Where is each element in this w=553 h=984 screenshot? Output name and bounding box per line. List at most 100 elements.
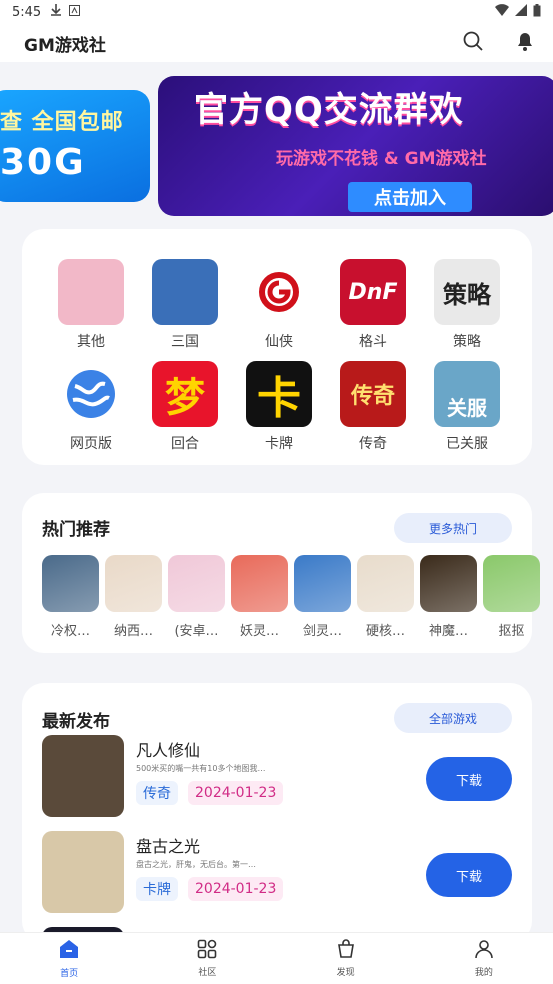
wifi-icon [495, 4, 509, 20]
status-time: 5:45 [12, 4, 42, 20]
hot-game-item[interactable]: 抠抠 [483, 555, 540, 639]
discover-icon [336, 939, 356, 963]
category-icon: 卡 [246, 361, 312, 427]
hot-game-icon [168, 555, 225, 612]
category-icon [246, 259, 312, 325]
hot-game-label: 神魔… [428, 624, 468, 639]
game-date-tag: 2024-01-23 [188, 877, 284, 901]
banner-slide-prev[interactable]: 查 全国包邮 30G [0, 90, 150, 202]
download-button[interactable]: 下载 [426, 757, 512, 801]
app-notification-icon [69, 4, 81, 20]
nav-profile[interactable]: 我的 [415, 933, 553, 984]
category-label: 三国 [171, 334, 199, 350]
category-item[interactable]: 仙侠 [232, 259, 326, 351]
category-icon [58, 361, 124, 427]
search-icon[interactable] [463, 31, 483, 55]
category-item[interactable]: DnF 格斗 [326, 259, 420, 351]
category-item[interactable]: 三国 [138, 259, 232, 351]
hot-game-item[interactable]: 冷权… [42, 555, 99, 639]
hot-game-icon [357, 555, 414, 612]
game-list-item[interactable]: 盘古之光 盘古之光，肝鬼，无后台。第一… 卡牌 2024-01-23 下载 [42, 831, 512, 915]
latest-section: 最新发布 全部游戏 凡人修仙 500米买的嘴一共有10多个地图我… 传奇 2024-0… [22, 683, 532, 943]
hot-game-label: (安卓… [174, 624, 219, 639]
category-icon-text: DnF [348, 279, 398, 305]
banner-carousel[interactable]: 查 全国包邮 30G 官方QQ交流群欢 玩游戏不花钱 & GM游戏社 点击加入 [0, 76, 553, 218]
nav-label: 我的 [474, 968, 493, 978]
category-label: 格斗 [359, 334, 387, 350]
banner-left-text: 查 全国包邮 [0, 110, 124, 135]
hot-game-label: 纳西… [113, 624, 153, 639]
category-label: 已关服 [446, 436, 488, 452]
category-item[interactable]: 关服 已关服 [420, 361, 514, 453]
hot-game-icon [231, 555, 288, 612]
nav-home[interactable]: 首页 [0, 933, 138, 984]
game-type-tag: 卡牌 [136, 877, 178, 901]
category-icon: 策略 [434, 259, 500, 325]
more-hot-button[interactable]: 更多热门 [394, 513, 512, 543]
category-label: 策略 [453, 334, 481, 350]
category-label: 其他 [77, 334, 105, 350]
category-icon-text: 卡 [257, 373, 301, 424]
hot-games-row: 冷权… 纳西… (安卓… 妖灵… 剑灵… 硬核… 神魔… 抠抠 [42, 555, 540, 639]
hot-game-item[interactable]: 剑灵… [294, 555, 351, 639]
hot-title: 热门推荐 [42, 520, 110, 540]
game-name: 凡人修仙 [136, 741, 201, 760]
category-label: 仙侠 [265, 334, 293, 350]
hot-game-icon [420, 555, 477, 612]
hot-section: 热门推荐 更多热门 冷权… 纳西… (安卓… 妖灵… 剑灵… 硬核… 神魔… 抠抠 [22, 493, 540, 653]
category-icon: 梦 [152, 361, 218, 427]
category-icon-text: 梦 [165, 375, 205, 421]
game-description: 500米买的嘴一共有10多个地图我… [136, 764, 266, 773]
hot-game-item[interactable]: 硬核… [357, 555, 414, 639]
hot-game-label: 硬核… [365, 624, 405, 639]
nav-label: 社区 [198, 968, 217, 978]
category-item[interactable]: 传奇 传奇 [326, 361, 420, 453]
hot-game-label: 妖灵… [239, 624, 279, 639]
battery-icon [533, 3, 541, 21]
bell-icon[interactable] [517, 32, 533, 55]
hot-game-label: 冷权… [50, 624, 90, 639]
category-icon [58, 259, 124, 325]
category-item[interactable]: 梦回合 [138, 361, 232, 453]
category-icon: DnF [340, 259, 406, 325]
category-item[interactable]: 其他 [44, 259, 138, 351]
download-icon [51, 4, 62, 20]
hot-game-item[interactable]: 妖灵… [231, 555, 288, 639]
community-icon [197, 939, 217, 963]
bottom-nav: 首页 社区 发现 我的 [0, 932, 553, 984]
nav-discover[interactable]: 发现 [277, 933, 415, 984]
category-item[interactable]: 卡卡牌 [232, 361, 326, 453]
hot-game-item[interactable]: 纳西… [105, 555, 162, 639]
category-item[interactable]: 策略 策略 [420, 259, 514, 351]
banner-subtitle: 玩游戏不花钱 & GM游戏社 [276, 149, 487, 169]
category-icon-text: 策略 [443, 280, 491, 309]
game-list-item[interactable]: 凡人修仙 500米买的嘴一共有10多个地图我… 传奇 2024-01-23 下载 [42, 735, 512, 819]
category-item[interactable]: 网页版 [44, 361, 138, 453]
game-date-tag: 2024-01-23 [188, 781, 284, 805]
category-label: 传奇 [359, 436, 387, 452]
hot-game-label: 剑灵… [302, 624, 342, 639]
nav-community[interactable]: 社区 [138, 933, 276, 984]
hot-game-icon [105, 555, 162, 612]
category-icon: 传奇 [340, 361, 406, 427]
hot-game-label: 抠抠 [498, 624, 525, 639]
category-icon: 关服 [434, 361, 500, 427]
all-games-button[interactable]: 全部游戏 [394, 703, 512, 733]
category-label: 网页版 [70, 436, 112, 452]
hot-game-item[interactable]: 神魔… [420, 555, 477, 639]
banner-slide-qq-group[interactable]: 官方QQ交流群欢 玩游戏不花钱 & GM游戏社 点击加入 [158, 76, 553, 216]
status-bar: 5:45 [0, 0, 553, 24]
category-icon-text: 关服 [447, 396, 487, 420]
nav-label: 首页 [60, 969, 79, 979]
banner-title: 官方QQ交流群欢 [194, 90, 464, 130]
latest-title: 最新发布 [42, 712, 110, 732]
hot-game-icon [42, 555, 99, 612]
category-label: 卡牌 [265, 436, 293, 452]
app-header: GM游戏社 [0, 24, 553, 62]
game-icon [42, 735, 124, 817]
hot-game-item[interactable]: (安卓… [168, 555, 225, 639]
download-button[interactable]: 下载 [426, 853, 512, 897]
hot-game-icon [483, 555, 540, 612]
category-card: 其他 三国 仙侠 DnF 格斗 策略 策略 网页版梦回合卡卡牌 传奇 传奇 关服 已关服 [22, 229, 532, 465]
banner-join-button[interactable]: 点击加入 [348, 182, 472, 212]
